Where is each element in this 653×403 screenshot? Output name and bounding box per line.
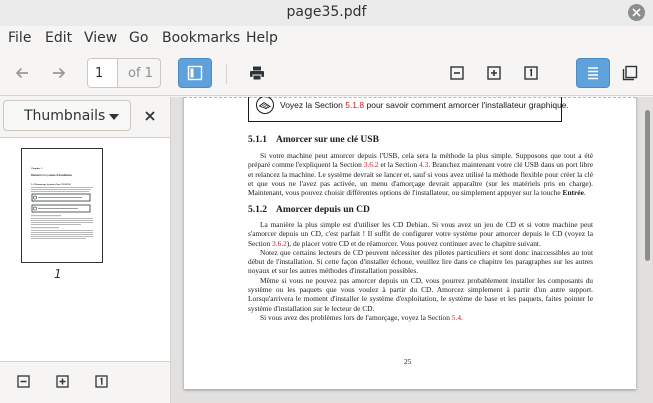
menu-edit[interactable]: Edit	[45, 30, 72, 46]
note-link-section[interactable]: 5.1.8	[345, 100, 364, 110]
zoom-out-icon	[450, 66, 464, 80]
arrow-right-icon	[53, 67, 66, 79]
toolbar: 1 of 1	[0, 52, 653, 96]
chevron-down-icon	[109, 114, 119, 120]
section-heading-usb: 5.1.1 Amorcer sur une clé USB	[248, 135, 379, 145]
note-hand-icon	[256, 97, 274, 114]
zoom-in-icon	[55, 374, 69, 388]
dual-page-icon	[622, 65, 638, 81]
sidebar-close-button[interactable]	[140, 106, 160, 126]
zoom-in-button[interactable]	[479, 58, 509, 88]
sidebar-mode-dropdown[interactable]: Thumbnails	[3, 100, 131, 131]
menu-file[interactable]: File	[8, 30, 31, 46]
continuous-pages-icon	[588, 67, 598, 80]
section-number: 5.1.2	[248, 205, 267, 215]
sidebar: Thumbnails Chapitre 5 Démarrer le systèm…	[0, 97, 171, 403]
paragraph: Notez que certains lecteurs de CD peuven…	[248, 247, 593, 276]
printer-icon	[250, 66, 264, 81]
thumbnail-list: Chapitre 5 Démarrer le système d'install…	[0, 138, 170, 361]
section-heading-cd: 5.1.2 Amorcer depuis un CD	[248, 205, 370, 215]
menu-view[interactable]: View	[84, 30, 117, 46]
document-view[interactable]: Voyez la Section 5.1.8 pour savoir comme…	[171, 97, 653, 403]
arrow-left-icon	[15, 67, 28, 79]
link-section[interactable]: 5.4	[452, 313, 461, 322]
section-cd-body: La manière la plus simple est d'utiliser…	[248, 220, 593, 322]
section-usb-body: Si votre machine peut amorcer depuis l'U…	[248, 151, 593, 197]
zoom-in-icon	[487, 66, 501, 80]
toolbar-separator	[226, 64, 227, 84]
link-section[interactable]: 3.6.2	[272, 239, 287, 248]
zoom-original-icon	[94, 374, 108, 388]
vertical-scrollbar[interactable]	[645, 110, 650, 261]
text-run: .	[461, 312, 463, 322]
sidebar-zoom-out-button[interactable]	[14, 372, 32, 390]
note-box: Voyez la Section 5.1.8 pour savoir comme…	[248, 97, 569, 122]
zoom-out-button[interactable]	[442, 58, 472, 88]
page-thumbnail[interactable]: Chapitre 5 Démarrer le système d'install…	[21, 148, 103, 263]
sidebar-icon	[187, 65, 203, 81]
close-icon	[632, 8, 641, 17]
menu-go[interactable]: Go	[129, 30, 148, 46]
zoom-original-icon	[524, 66, 538, 80]
menu-bar: File Edit View Go Bookmarks Help	[0, 26, 653, 52]
print-button[interactable]	[242, 58, 272, 88]
next-page-button[interactable]	[44, 58, 74, 88]
note-prefix: Voyez la Section	[280, 100, 346, 110]
paragraph: La manière la plus simple est d'utiliser…	[248, 220, 593, 248]
continuous-view-button[interactable]	[576, 58, 610, 88]
text-run: ), de placer votre CD et de réamorcer. V…	[286, 238, 541, 248]
note-suffix: pour savoir comment amorcer l'installate…	[364, 100, 569, 110]
document-viewer-window: page35.pdf File Edit View Go Bookmarks H…	[0, 0, 653, 403]
paragraph: Si vous avez des problèmes lors de l'amo…	[248, 313, 593, 322]
window-title: page35.pdf	[286, 4, 367, 20]
dual-page-button[interactable]	[615, 58, 645, 88]
page-count-label: of 1	[117, 58, 161, 88]
menu-bookmarks[interactable]: Bookmarks	[162, 30, 240, 46]
page-number-input[interactable]: 1	[87, 58, 118, 88]
previous-page-button[interactable]	[7, 58, 37, 88]
sidebar-zoom-in-button[interactable]	[53, 372, 71, 390]
section-title: Amorcer sur une clé USB	[276, 135, 379, 145]
window-close-button[interactable]	[628, 4, 645, 21]
section-number: 5.1.1	[248, 135, 267, 145]
zoom-original-button[interactable]	[516, 58, 546, 88]
text-run: .	[583, 188, 586, 198]
document-page: Voyez la Section 5.1.8 pour savoir comme…	[184, 97, 636, 389]
toggle-sidebar-button[interactable]	[178, 58, 212, 88]
section-title: Amorcer depuis un CD	[276, 205, 370, 215]
menu-help[interactable]: Help	[246, 30, 278, 46]
sidebar-bottom-bar	[0, 361, 170, 403]
key-name: Entrée	[562, 188, 584, 198]
page-number: 25	[404, 357, 412, 366]
text-run: Si vous avez des problèmes lors de l'amo…	[260, 312, 452, 322]
thumbnail-page-label: 1	[54, 267, 62, 281]
title-bar: page35.pdf	[0, 0, 653, 26]
link-section[interactable]: 3.6.2	[364, 160, 379, 169]
zoom-out-icon	[16, 374, 30, 388]
sidebar-mode-label: Thumbnails	[24, 108, 106, 124]
paragraph: Si votre machine peut amorcer depuis l'U…	[248, 151, 593, 197]
close-icon	[145, 111, 155, 121]
sidebar-zoom-original-button[interactable]	[92, 372, 110, 390]
paragraph: Même si vous ne pouvez pas amorcer depui…	[248, 275, 593, 313]
link-section[interactable]: 4.3	[419, 160, 428, 169]
note-text: Voyez la Section 5.1.8 pour savoir comme…	[280, 100, 569, 110]
thumbnail-page-graphic	[31, 187, 93, 239]
text-run: et la Section	[378, 160, 420, 170]
